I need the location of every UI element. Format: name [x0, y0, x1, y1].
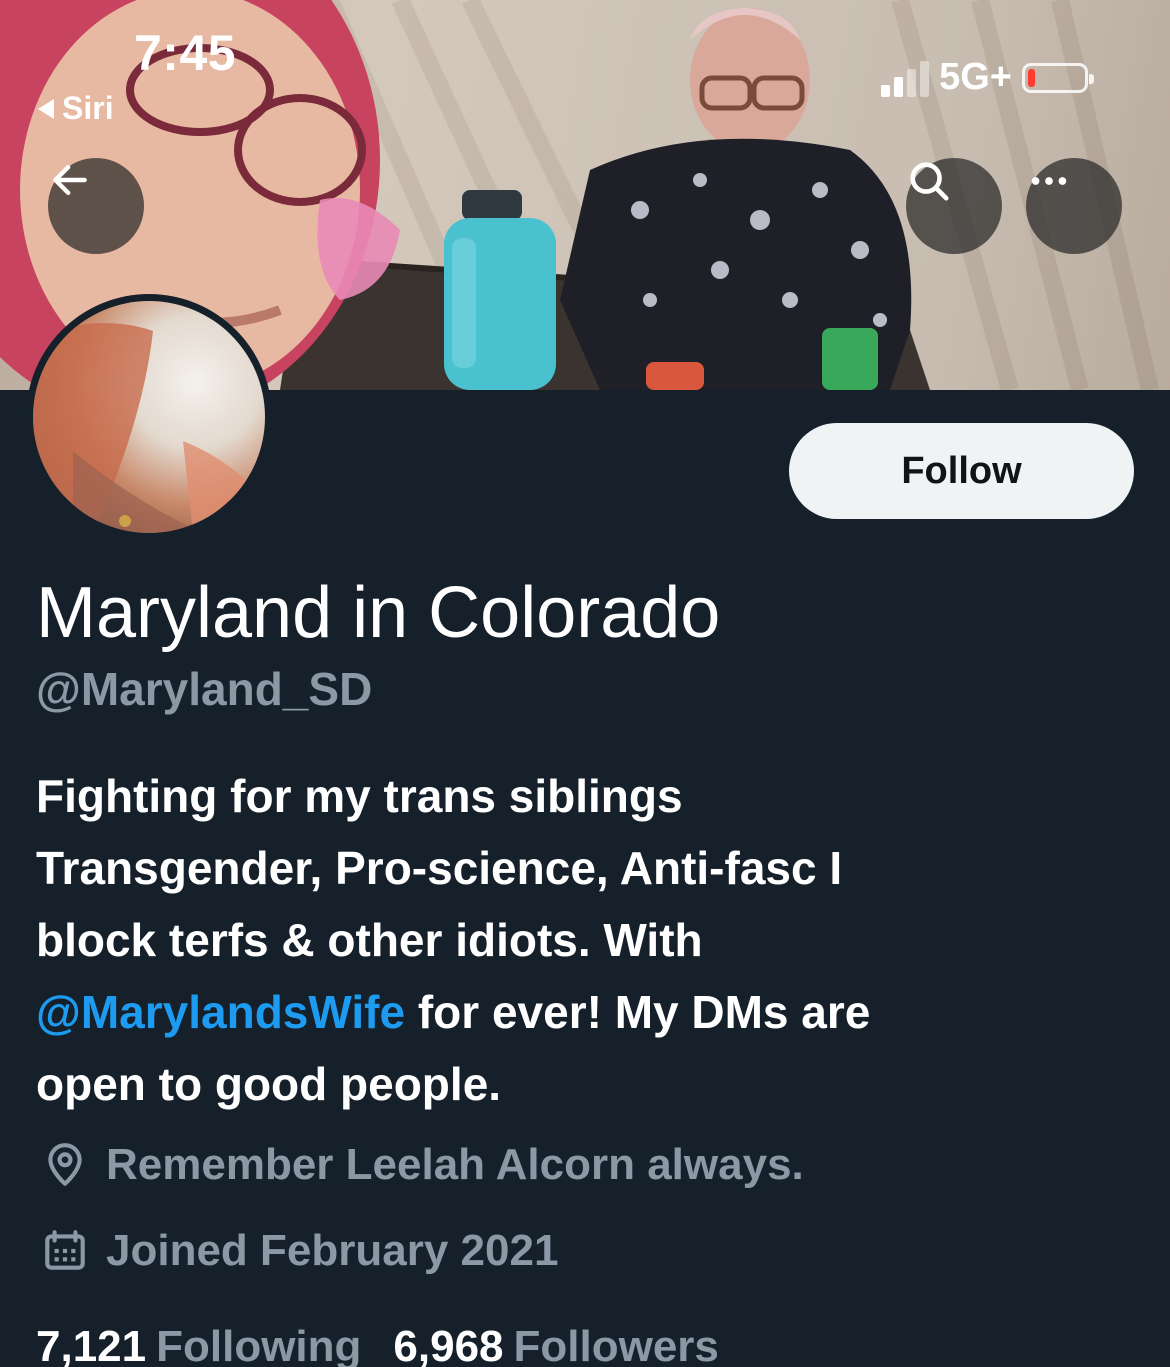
- network-type: 5G+: [939, 56, 1012, 98]
- followers-link[interactable]: 6,968 Followers: [393, 1322, 718, 1367]
- location-pin-icon: [48, 1143, 82, 1186]
- cellular-signal-icon: [881, 59, 930, 97]
- user-handle: @Maryland_SD: [36, 663, 373, 715]
- bio-line: block terfs & other idiots. With: [36, 914, 703, 966]
- profile-location: Remember Leelah Alcorn always.: [40, 1140, 804, 1190]
- display-name: Maryland in Colorado: [36, 573, 721, 653]
- following-label: Following: [156, 1322, 362, 1367]
- profile-stats: 7,121 Following 6,968 Followers: [36, 1322, 719, 1367]
- search-button[interactable]: [906, 158, 1002, 254]
- bio-mention-link[interactable]: @MarylandsWife: [36, 986, 405, 1038]
- bio-line: Transgender, Pro-science, Anti-fasc I: [36, 842, 843, 894]
- back-app-label: Siri: [62, 90, 114, 126]
- profile-page: 7:45 Siri 5G+ Follow Maryland in Colorad…: [0, 0, 1170, 1367]
- calendar-icon: [45, 1230, 85, 1270]
- more-horizontal-icon: [1031, 177, 1067, 185]
- back-to-siri[interactable]: Siri: [38, 90, 114, 127]
- arrow-left-icon: [53, 164, 87, 196]
- following-link[interactable]: 7,121 Following: [36, 1322, 361, 1367]
- battery-icon: [1022, 62, 1094, 93]
- followers-label: Followers: [513, 1322, 719, 1367]
- bio-line: @MarylandsWife for ever! My DMs are: [36, 976, 1096, 1048]
- bio-line: open to good people.: [36, 1058, 502, 1110]
- status-time: 7:45: [134, 25, 237, 81]
- profile-bio: Fighting for my trans siblings Transgend…: [36, 760, 1096, 1120]
- back-button[interactable]: [48, 158, 144, 254]
- follow-button[interactable]: Follow: [789, 423, 1134, 519]
- bio-line-rest: for ever! My DMs are: [405, 986, 871, 1038]
- avatar-photo: [33, 301, 265, 533]
- profile-avatar[interactable]: [26, 294, 272, 540]
- following-count: 7,121: [36, 1322, 147, 1367]
- location-text: Remember Leelah Alcorn always.: [106, 1140, 804, 1189]
- followers-count: 6,968: [393, 1322, 504, 1367]
- more-options-button[interactable]: [1026, 158, 1122, 254]
- search-icon: [910, 162, 949, 201]
- back-triangle-icon: [38, 98, 54, 119]
- bio-line: Fighting for my trans siblings: [36, 770, 683, 822]
- status-indicators: 5G+: [881, 56, 1094, 99]
- profile-joined-date: Joined February 2021: [40, 1226, 558, 1276]
- battery-level: [1028, 68, 1035, 87]
- joined-text: Joined February 2021: [106, 1226, 559, 1275]
